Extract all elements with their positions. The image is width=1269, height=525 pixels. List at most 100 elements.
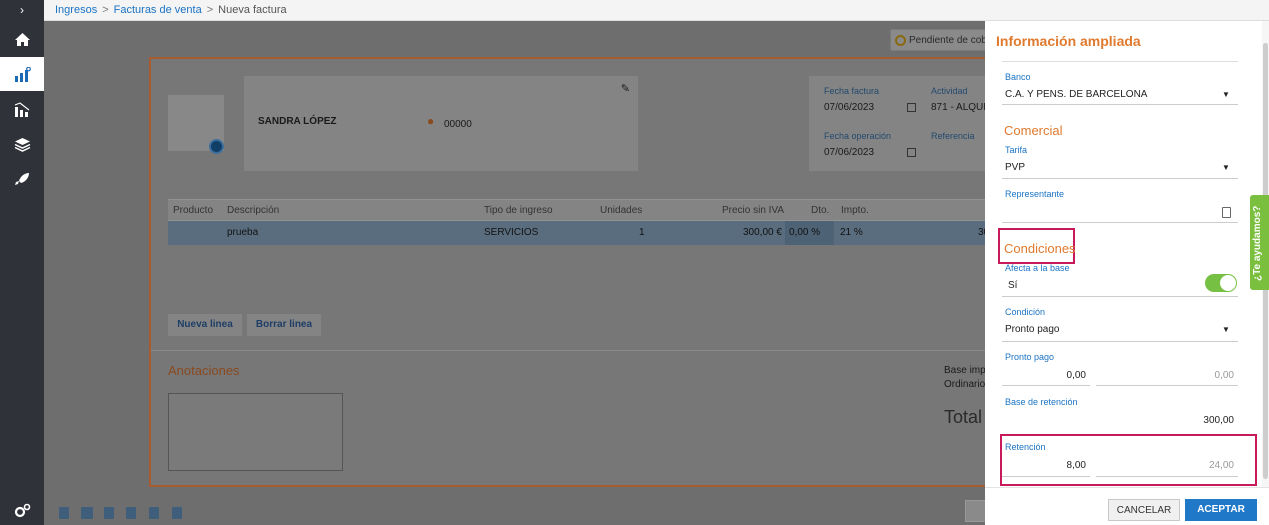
col-dto: Dto. xyxy=(811,205,830,216)
footer-button[interactable] xyxy=(965,500,987,522)
anotaciones-title: Anotaciones xyxy=(168,363,240,378)
fecha-factura-value[interactable]: 07/06/2023 xyxy=(824,102,874,113)
modal-backdrop[interactable]: Pendiente de cobro SANDRA LÓPEZ ● 00000 … xyxy=(44,21,1005,525)
retencion-amount: 24,00 xyxy=(1208,460,1234,471)
breadcrumb-current: Nueva factura xyxy=(218,4,287,16)
help-tab-label: ¿Te ayudamos? xyxy=(1252,205,1263,281)
settings-icon[interactable] xyxy=(0,493,44,525)
client-card[interactable]: SANDRA LÓPEZ ● 00000 ✎ xyxy=(244,76,638,171)
row-tipo: SERVICIOS xyxy=(484,227,539,238)
client-name: SANDRA LÓPEZ xyxy=(258,116,337,127)
afecta-toggle[interactable] xyxy=(1205,274,1237,292)
retencion-label: Retención xyxy=(1005,442,1046,452)
calendar-icon[interactable] xyxy=(907,103,916,112)
panel-title: Información ampliada xyxy=(996,33,1141,49)
document-icon[interactable] xyxy=(172,507,182,519)
lines-table-header: Producto Descripción Tipo de ingreso Uni… xyxy=(168,199,987,221)
pronto-pago-label: Pronto pago xyxy=(1005,352,1055,362)
analytics-icon[interactable] xyxy=(0,57,44,91)
nueva-linea-button[interactable]: Nueva linea xyxy=(168,314,242,336)
divider xyxy=(1096,385,1238,386)
fecha-factura-label: Fecha factura xyxy=(824,86,880,96)
condicion-select[interactable]: Pronto pago xyxy=(1005,324,1060,335)
col-precio: Precio sin IVA xyxy=(722,205,785,216)
breadcrumb-facturas-venta[interactable]: Facturas de venta xyxy=(114,4,202,16)
total-label: Total xyxy=(944,407,983,427)
col-producto: Producto xyxy=(173,205,214,216)
banco-select[interactable]: C.A. Y PENS. DE BARCELONA xyxy=(1005,89,1147,100)
chevron-right-icon[interactable]: › xyxy=(0,0,44,20)
main-sidebar: › xyxy=(0,0,44,525)
banco-label: Banco xyxy=(1005,72,1031,82)
fecha-operacion-label: Fecha operación xyxy=(824,131,892,141)
help-tab[interactable]: ¿Te ayudamos? xyxy=(1250,195,1269,290)
cancel-button[interactable]: CANCELAR xyxy=(1108,499,1180,521)
panel-footer: CANCELAR ACEPTAR xyxy=(985,487,1269,525)
afecta-label: Afecta a la base xyxy=(1005,263,1070,273)
referencia-label: Referencia xyxy=(931,131,975,141)
divider xyxy=(1002,222,1238,223)
divider xyxy=(1002,341,1238,342)
divider xyxy=(1096,476,1238,477)
breadcrumb: Ingresos > Facturas de venta > Nueva factura xyxy=(55,4,287,16)
col-tipo-ingreso: Tipo de ingreso xyxy=(484,205,553,216)
borrar-linea-button[interactable]: Borrar linea xyxy=(247,314,321,336)
base-retencion-value: 300,00 xyxy=(1203,415,1234,426)
document-icon[interactable] xyxy=(149,507,159,519)
divider xyxy=(1002,476,1090,477)
breadcrumb-ingresos[interactable]: Ingresos xyxy=(55,4,97,16)
invoice-form: SANDRA LÓPEZ ● 00000 ✎ Fecha factura 07/… xyxy=(149,57,1005,487)
copy-icon[interactable] xyxy=(126,507,136,519)
condicion-label: Condición xyxy=(1005,307,1046,317)
mail-icon[interactable] xyxy=(81,507,93,519)
ordinario-label: Ordinario xyxy=(944,379,986,390)
row-descripcion: prueba xyxy=(227,227,259,238)
row-unidades: 1 xyxy=(639,227,645,238)
retencion-pct-input[interactable]: 8,00 xyxy=(1002,460,1086,471)
divider xyxy=(1002,104,1238,105)
layers-icon[interactable] xyxy=(0,127,44,161)
row-impto: 21 % xyxy=(840,227,863,238)
condiciones-title: Condiciones xyxy=(1004,241,1076,256)
lookup-icon[interactable] xyxy=(1222,207,1231,218)
trash-icon[interactable] xyxy=(59,507,69,519)
divider xyxy=(1002,178,1238,179)
calendar-icon[interactable] xyxy=(907,148,916,157)
caret-down-icon[interactable]: ▼ xyxy=(1222,325,1230,334)
location-pin-icon: ● xyxy=(427,114,435,128)
pronto-pago-pct-input[interactable]: 0,00 xyxy=(1002,370,1086,381)
table-row[interactable]: prueba SERVICIOS 1 300,00 € 0,00 % 21 % … xyxy=(168,221,989,245)
edit-icon[interactable]: ✎ xyxy=(621,82,630,95)
camera-icon[interactable] xyxy=(209,139,224,154)
caret-down-icon[interactable]: ▼ xyxy=(1222,163,1230,172)
breadcrumb-bar: Ingresos > Facturas de venta > Nueva factura xyxy=(44,0,1269,21)
chevron-right-icon: > xyxy=(102,4,109,16)
row-dto: 0,00 % xyxy=(789,227,821,238)
afecta-value: Sí xyxy=(1008,280,1018,291)
client-zip: 00000 xyxy=(444,119,472,130)
actividad-label: Actividad xyxy=(931,86,968,96)
status-text: Pendiente de cobro xyxy=(909,35,996,46)
col-impto: Impto. xyxy=(841,205,869,216)
comercial-title: Comercial xyxy=(1004,123,1063,138)
divider xyxy=(151,350,987,351)
caret-down-icon[interactable]: ▼ xyxy=(1222,90,1230,99)
info-panel: Información ampliada Banco C.A. Y PENS. … xyxy=(985,21,1269,525)
fecha-operacion-value[interactable]: 07/06/2023 xyxy=(824,147,874,158)
document-icon[interactable] xyxy=(104,507,114,519)
clock-icon xyxy=(895,35,906,46)
col-unidades: Unidades xyxy=(600,205,643,216)
toggle-knob xyxy=(1220,275,1236,291)
tarifa-select[interactable]: PVP xyxy=(1005,162,1025,173)
col-descripcion: Descripción xyxy=(227,205,280,216)
base-retencion-label: Base de retención xyxy=(1005,397,1078,407)
divider xyxy=(1002,385,1090,386)
divider xyxy=(1002,296,1238,297)
home-icon[interactable] xyxy=(0,22,44,56)
accept-button[interactable]: ACEPTAR xyxy=(1185,499,1257,521)
status-badge: Pendiente de cobro xyxy=(890,29,1000,51)
rocket-icon[interactable] xyxy=(0,162,44,196)
anotaciones-textarea[interactable] xyxy=(168,393,343,471)
invoice-dates: Fecha factura 07/06/2023 Actividad 871 -… xyxy=(809,76,1005,171)
chart-icon[interactable] xyxy=(0,92,44,126)
